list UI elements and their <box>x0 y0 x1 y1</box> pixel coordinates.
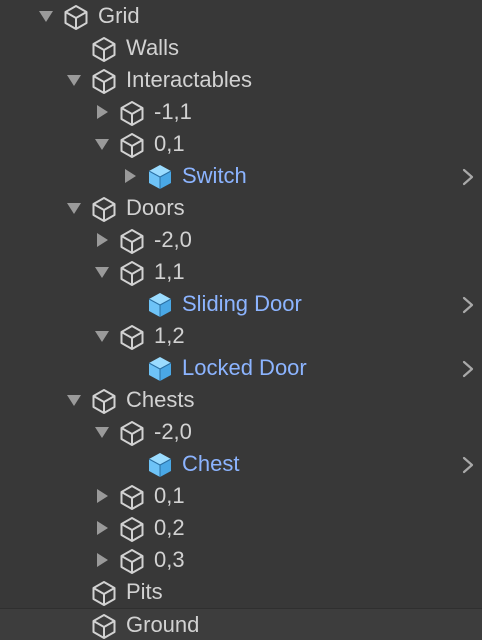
foldout-expanded-icon[interactable] <box>66 200 82 216</box>
foldout-expanded-icon[interactable] <box>38 8 54 24</box>
hierarchy-item-label: Chests <box>126 387 195 412</box>
gameobject-cube-icon <box>90 67 118 95</box>
hierarchy-panel: Grid Walls Interactables -1,1 0,1 Switch Doors… <box>0 0 482 640</box>
hierarchy-item-label: 0,3 <box>154 547 185 572</box>
hierarchy-item-label: -2,0 <box>154 419 192 444</box>
hierarchy-item-label: -2,0 <box>154 227 192 252</box>
prefab-cube-icon <box>146 355 174 383</box>
hierarchy-item-label: Ground <box>126 612 200 637</box>
foldout-expanded-icon[interactable] <box>94 328 110 344</box>
hierarchy-item-chests[interactable]: Chests <box>0 384 482 416</box>
foldout-expanded-icon[interactable] <box>94 264 110 280</box>
hierarchy-item-walls[interactable]: Walls <box>0 32 482 64</box>
gameobject-cube-icon <box>90 579 118 607</box>
gameobject-cube-icon <box>118 419 146 447</box>
hierarchy-item-label: Sliding Door <box>182 291 302 316</box>
foldout-collapsed-icon[interactable] <box>94 552 110 568</box>
hierarchy-item-1-2[interactable]: 1,2 <box>0 320 482 352</box>
hierarchy-item-label: -1,1 <box>154 99 192 124</box>
foldout-collapsed-icon[interactable] <box>94 104 110 120</box>
hierarchy-item-1-1[interactable]: -1,1 <box>0 96 482 128</box>
hierarchy-item-label: 0,2 <box>154 515 185 540</box>
hierarchy-item-2-0[interactable]: -2,0 <box>0 224 482 256</box>
hierarchy-item-label: 0,1 <box>154 131 185 156</box>
hierarchy-item-label: Grid <box>98 3 140 28</box>
chevron-right-icon[interactable] <box>462 168 474 186</box>
hierarchy-item-ground[interactable]: Ground <box>0 608 482 640</box>
hierarchy-item-label: 1,1 <box>154 259 185 284</box>
hierarchy-item-label: Interactables <box>126 67 252 92</box>
prefab-cube-icon <box>146 163 174 191</box>
gameobject-cube-icon <box>90 195 118 223</box>
gameobject-cube-icon <box>90 35 118 63</box>
hierarchy-item-label: Walls <box>126 35 179 60</box>
gameobject-cube-icon <box>118 323 146 351</box>
gameobject-cube-icon <box>118 259 146 287</box>
foldout-collapsed-icon[interactable] <box>122 168 138 184</box>
foldout-collapsed-icon[interactable] <box>94 232 110 248</box>
hierarchy-item-label: Switch <box>182 163 247 188</box>
gameobject-cube-icon <box>118 515 146 543</box>
hierarchy-item-sliding-door[interactable]: Sliding Door <box>0 288 482 320</box>
hierarchy-item-doors[interactable]: Doors <box>0 192 482 224</box>
gameobject-cube-icon <box>118 547 146 575</box>
foldout-expanded-icon[interactable] <box>94 136 110 152</box>
hierarchy-item-grid[interactable]: Grid <box>0 0 482 32</box>
prefab-cube-icon <box>146 291 174 319</box>
hierarchy-item-switch[interactable]: Switch <box>0 160 482 192</box>
hierarchy-item-2-0[interactable]: -2,0 <box>0 416 482 448</box>
gameobject-cube-icon <box>118 227 146 255</box>
foldout-collapsed-icon[interactable] <box>94 520 110 536</box>
hierarchy-item-0-1[interactable]: 0,1 <box>0 480 482 512</box>
hierarchy-item-label: 1,2 <box>154 323 185 348</box>
hierarchy-item-label: 0,1 <box>154 483 185 508</box>
hierarchy-item-interactables[interactable]: Interactables <box>0 64 482 96</box>
hierarchy-item-0-3[interactable]: 0,3 <box>0 544 482 576</box>
chevron-right-icon[interactable] <box>462 296 474 314</box>
hierarchy-item-locked-door[interactable]: Locked Door <box>0 352 482 384</box>
hierarchy-item-pits[interactable]: Pits <box>0 576 482 608</box>
hierarchy-item-0-1[interactable]: 0,1 <box>0 128 482 160</box>
foldout-collapsed-icon[interactable] <box>94 488 110 504</box>
foldout-expanded-icon[interactable] <box>66 72 82 88</box>
gameobject-cube-icon <box>90 387 118 415</box>
foldout-expanded-icon[interactable] <box>66 392 82 408</box>
gameobject-cube-icon <box>118 99 146 127</box>
hierarchy-item-chest[interactable]: Chest <box>0 448 482 480</box>
hierarchy-item-0-2[interactable]: 0,2 <box>0 512 482 544</box>
gameobject-cube-icon <box>90 612 118 640</box>
foldout-expanded-icon[interactable] <box>94 424 110 440</box>
hierarchy-item-label: Locked Door <box>182 355 307 380</box>
gameobject-cube-icon <box>118 131 146 159</box>
hierarchy-item-label: Chest <box>182 451 240 476</box>
hierarchy-item-label: Pits <box>126 579 163 604</box>
hierarchy-item-1-1[interactable]: 1,1 <box>0 256 482 288</box>
chevron-right-icon[interactable] <box>462 360 474 378</box>
prefab-cube-icon <box>146 451 174 479</box>
chevron-right-icon[interactable] <box>462 456 474 474</box>
hierarchy-item-label: Doors <box>126 195 185 220</box>
gameobject-cube-icon <box>62 3 90 31</box>
gameobject-cube-icon <box>118 483 146 511</box>
